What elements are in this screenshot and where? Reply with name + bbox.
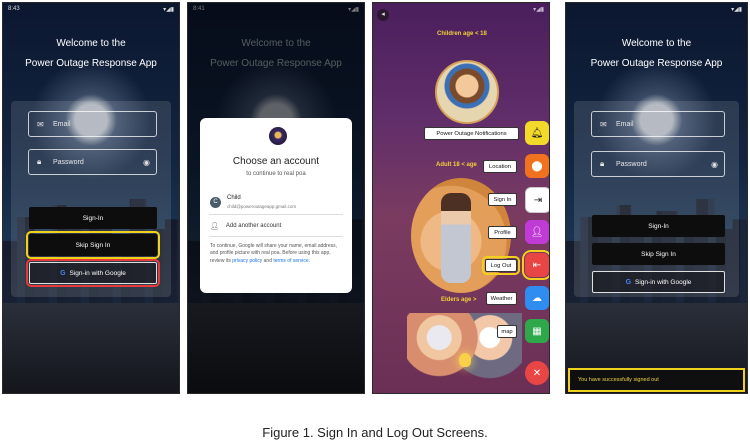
mail-icon: ✉ (600, 119, 607, 129)
dialog-title: Choose an account (232, 156, 320, 167)
eye-off-icon[interactable]: ◉ (143, 158, 150, 167)
terms-link[interactable]: terms of service (273, 258, 308, 264)
map-label[interactable]: map (497, 325, 517, 338)
screen-home-menu: ◂ ▾◢▮ Children age < 18 Adult 18 < age E… (372, 2, 550, 394)
children-age-label: Children age < 18 (437, 31, 487, 37)
road-background (3, 303, 179, 393)
signed-out-toast: You have successfully signed out (568, 368, 745, 392)
figure-caption: Figure 1. Sign In and Log Out Screens. (262, 425, 488, 440)
status-bar: ▾◢▮ (378, 6, 544, 14)
add-account-label: Add another account (225, 223, 282, 229)
notifications-label[interactable]: Power Outage Notifications (424, 127, 519, 140)
status-bar: ▾◢▮ (571, 6, 742, 14)
elders-age-label: Elders age > (441, 297, 477, 303)
login-icon[interactable]: ⇥ (525, 187, 549, 213)
logout-icon[interactable]: ⇤ (522, 250, 549, 280)
weather-label[interactable]: Weather (486, 292, 517, 305)
google-icon: G (60, 269, 66, 277)
email-field[interactable]: ✉ Email (28, 111, 157, 137)
google-sign-in-button[interactable]: G Sign-in with Google (592, 271, 725, 293)
welcome-title: Welcome to the (621, 38, 692, 49)
email-field[interactable]: ✉ Email (591, 111, 725, 137)
signal-battery-icon: ▾◢▮ (163, 7, 174, 13)
screen-sign-in: 8:43 ▾◢▮ Welcome to the Power Outage Res… (2, 2, 180, 394)
consent-note: To continue, Google will share your name… (210, 243, 343, 265)
skip-sign-in-button[interactable]: Skip Sign In (26, 231, 160, 259)
password-placeholder: Password (53, 158, 84, 166)
profile-label[interactable]: Profile (488, 226, 517, 239)
google-sign-in-button[interactable]: G Sign-in with Google (26, 259, 160, 287)
location-pin-icon[interactable]: ⬤ (525, 154, 549, 178)
adult-age-label: Adult 18 < age (436, 162, 477, 168)
skip-sign-in-button[interactable]: Skip Sign In (592, 243, 725, 265)
person-icon[interactable]: 👤︎ (525, 220, 549, 244)
google-icon: G (625, 278, 632, 286)
log-out-label[interactable]: Log Out (482, 256, 520, 275)
lightbulb-illustration (459, 353, 471, 367)
eye-off-icon[interactable]: ◉ (711, 160, 718, 169)
app-title: Power Outage Response App (590, 58, 723, 69)
account-row[interactable]: C Child child@poweroutageapp.gmail.com (209, 192, 343, 215)
dialog-subtitle: to continue to real poa (246, 171, 306, 177)
cloud-icon[interactable]: ☁ (525, 286, 549, 310)
location-label[interactable]: Location (483, 160, 517, 173)
email-placeholder: Email (53, 120, 71, 128)
email-placeholder: Email (616, 120, 634, 128)
screen-choose-account: 8:41 ▾◢▮ Welcome to the Power Outage Res… (187, 2, 365, 394)
sign-in-button[interactable]: Sign-In (592, 215, 725, 237)
google-sign-in-label: Sign-in with Google (635, 278, 692, 286)
signal-battery-icon: ▾◢▮ (731, 7, 742, 13)
google-sign-in-label: Sign-in with Google (69, 269, 126, 277)
screen-signed-out: ▾◢▮ Welcome to the Power Outage Response… (565, 2, 748, 394)
add-account-button[interactable]: 👤︎ Add another account (210, 222, 281, 230)
account-email: child@poweroutageapp.gmail.com (227, 204, 297, 209)
password-field[interactable]: 🔒︎ Password ◉ (28, 149, 157, 175)
password-placeholder: Password (616, 160, 647, 168)
map-icon[interactable]: ▦ (525, 319, 549, 343)
app-title: Power Outage Response App (25, 58, 157, 69)
status-bar: 8:43 ▾◢▮ (8, 6, 174, 14)
and-text: and (263, 257, 272, 264)
account-name: Child (227, 195, 241, 201)
welcome-title: Welcome to the (56, 38, 126, 49)
sign-in-button[interactable]: Sign-In (29, 207, 157, 229)
password-field[interactable]: 🔒︎ Password ◉ (591, 151, 725, 177)
divider (209, 236, 343, 237)
mail-icon: ✉ (37, 119, 44, 129)
app-logo (269, 127, 287, 145)
add-person-icon: 👤︎ (210, 223, 219, 230)
status-time: 8:43 (8, 6, 20, 12)
child-illustration (435, 60, 499, 124)
lock-icon: 🔒︎ (600, 159, 605, 168)
account-chooser-dialog: Choose an account to continue to real po… (200, 118, 352, 293)
bell-icon[interactable]: 🔔︎ (525, 121, 549, 145)
sign-in-label[interactable]: Sign In (488, 193, 517, 206)
lock-icon: 🔒︎ (37, 157, 42, 166)
avatar: C (210, 197, 221, 208)
signal-battery-icon: ▾◢▮ (533, 7, 544, 13)
period-text: . (308, 257, 311, 264)
privacy-policy-link[interactable]: privacy policy (232, 258, 262, 264)
close-icon[interactable]: ✕ (525, 361, 549, 385)
